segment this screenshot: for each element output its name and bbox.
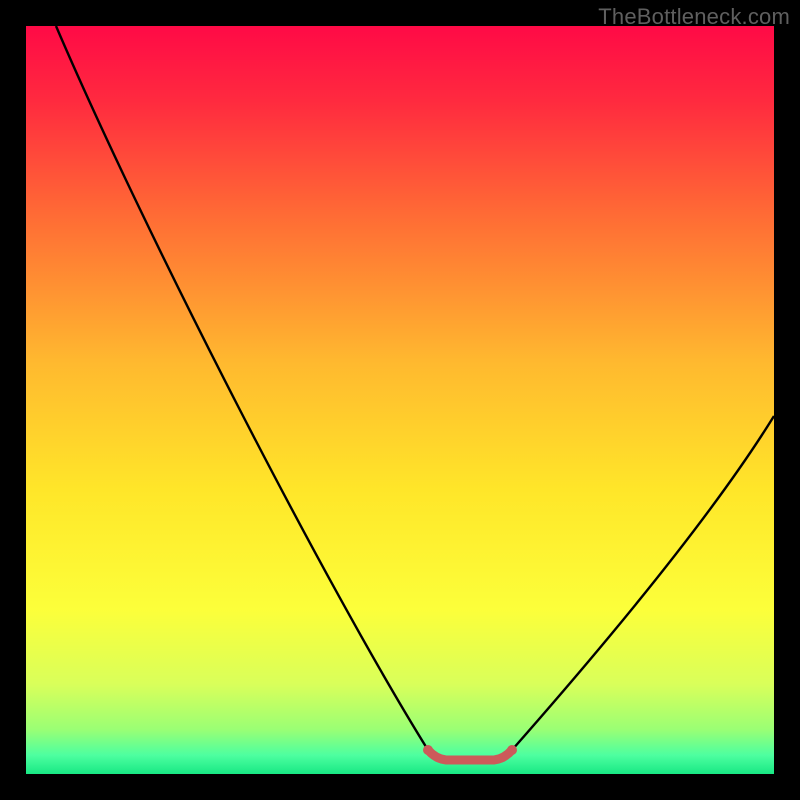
watermark-text: TheBottleneck.com [598,4,790,30]
plot-area [26,26,774,774]
bottleneck-curve [26,26,774,774]
chart-frame: TheBottleneck.com [0,0,800,800]
